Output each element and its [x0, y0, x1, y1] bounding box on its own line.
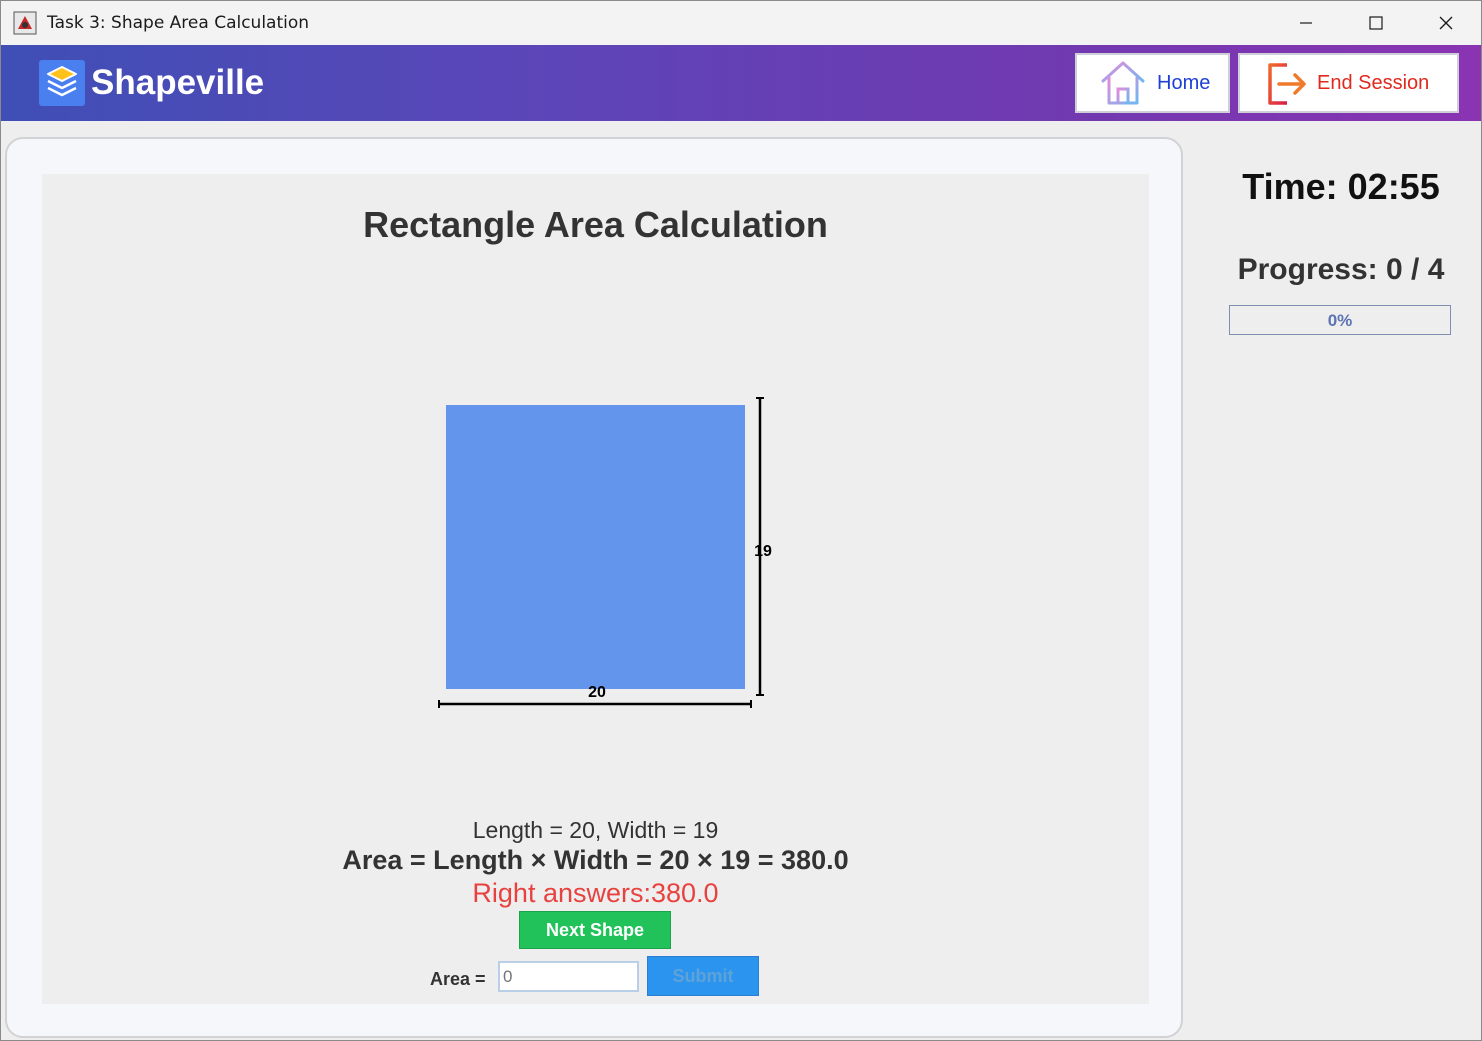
width-label: 19 [754, 543, 772, 560]
shapeville-logo [39, 60, 85, 106]
title-bar: Task 3: Shape Area Calculation [1, 1, 1481, 45]
progress-bar: 0% [1229, 305, 1451, 335]
task-card: Rectangle Area Calculation 20 19 Length … [5, 137, 1183, 1038]
area-formula: Area = Length × Width = 20 × 19 = 380.0 [342, 845, 849, 875]
app-brand: Shapeville [91, 63, 265, 102]
close-icon [1439, 16, 1453, 30]
length-label: 20 [588, 684, 606, 701]
app-window: Task 3: Shape Area Calculation Shapevill… [0, 0, 1482, 1041]
maximize-button[interactable] [1341, 1, 1411, 45]
progress-label: Progress: 0 / 4 [1237, 253, 1445, 286]
window-title: Task 3: Shape Area Calculation [47, 13, 310, 33]
home-button-label: Home [1157, 71, 1211, 94]
logout-icon [1268, 63, 1306, 105]
minimize-button[interactable] [1271, 1, 1341, 45]
rectangle-shape [446, 405, 745, 689]
end-session-button[interactable]: End Session [1238, 53, 1459, 113]
area-input-label: Area = [430, 969, 486, 989]
given-dimensions: Length = 20, Width = 19 [472, 817, 719, 843]
close-button[interactable] [1411, 1, 1481, 45]
home-button[interactable]: Home [1075, 53, 1230, 113]
minimize-icon [1300, 22, 1312, 24]
layers-icon [47, 66, 77, 97]
submit-button[interactable]: Submit [647, 956, 759, 996]
app-header: Shapeville Home End Session [1, 45, 1481, 121]
next-shape-button[interactable]: Next Shape [519, 911, 671, 949]
shape-canvas: 20 19 [438, 397, 772, 708]
right-answer-text: Right answers:380.0 [472, 878, 719, 908]
end-session-button-label: End Session [1317, 71, 1430, 94]
timer-display: Time: 02:55 [1242, 166, 1440, 207]
area-input[interactable] [498, 961, 639, 992]
home-icon [1101, 61, 1145, 105]
progress-percent-text: 0% [1327, 311, 1353, 330]
maximize-icon [1369, 16, 1383, 30]
java-app-icon [13, 11, 37, 35]
task-panel: Rectangle Area Calculation 20 19 Length … [42, 174, 1149, 1004]
